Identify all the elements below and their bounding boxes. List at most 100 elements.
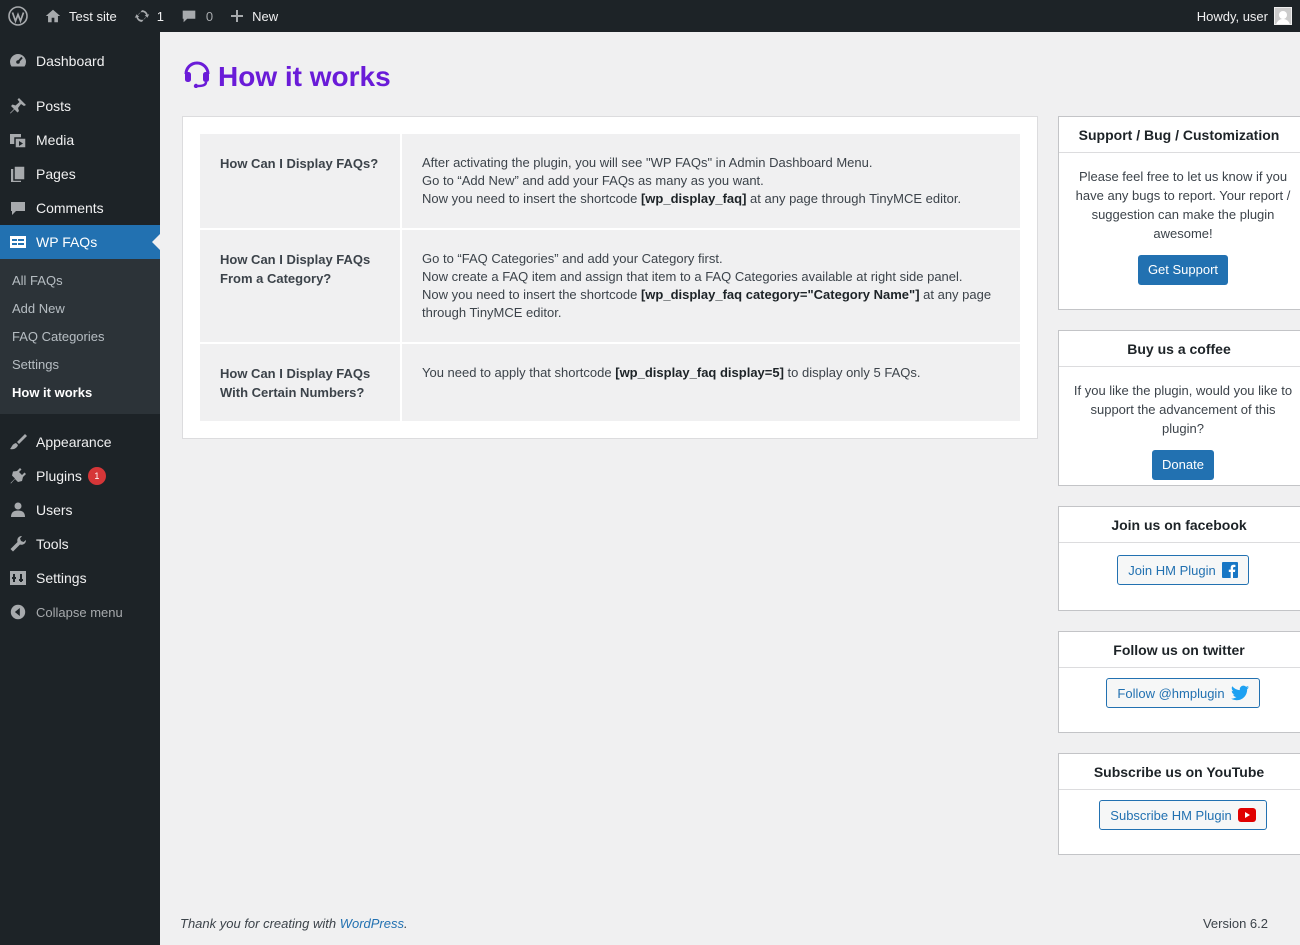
home-icon	[45, 9, 61, 23]
widget-title: Follow us on twitter	[1059, 632, 1300, 668]
menu-media[interactable]: Media	[0, 123, 160, 157]
menu-settings[interactable]: Settings	[0, 561, 160, 595]
menu-plugins[interactable]: Plugins 1	[0, 459, 160, 493]
greeting: Howdy, user	[1196, 8, 1268, 24]
faq-panel: How Can I Display FAQs? After activating…	[182, 116, 1038, 439]
dashboard-icon	[0, 51, 36, 71]
new-content-link[interactable]: New	[221, 0, 286, 32]
collapse-arrow-icon	[0, 603, 36, 621]
menu-label: Comments	[36, 200, 104, 216]
my-account-link[interactable]: Howdy, user	[1189, 0, 1300, 32]
shortcode: [wp_display_faq]	[640, 191, 747, 206]
main-content: How it works How Can I Display FAQs? Aft…	[160, 32, 1300, 945]
menu-tools[interactable]: Tools	[0, 527, 160, 561]
submenu-how-it-works[interactable]: How it works	[0, 378, 160, 406]
menu-users[interactable]: Users	[0, 493, 160, 527]
menu-label: Appearance	[36, 434, 112, 450]
admin-bar: Test site 1 0 New Howdy, user	[0, 0, 1300, 32]
coffee-widget: Buy us a coffee If you like the plugin, …	[1058, 330, 1300, 486]
menu-label: Plugins	[36, 468, 82, 484]
menu-posts[interactable]: Posts	[0, 89, 160, 123]
submenu-faq-categories[interactable]: FAQ Categories	[0, 322, 160, 350]
page-title-text: How it works	[218, 60, 391, 92]
media-icon	[0, 130, 36, 150]
menu-label: Tools	[36, 536, 69, 552]
menu-appearance[interactable]: Appearance	[0, 425, 160, 459]
menu-wp-faqs[interactable]: WP FAQs	[0, 225, 160, 259]
submenu-settings[interactable]: Settings	[0, 350, 160, 378]
plugins-update-badge: 1	[87, 467, 106, 485]
wrench-icon	[0, 534, 36, 554]
twitter-icon	[1230, 685, 1249, 701]
faq-question: How Can I Display FAQs With Certain Numb…	[200, 344, 400, 421]
widget-text: Please feel free to let us know if you h…	[1075, 169, 1291, 241]
button-label: Subscribe HM Plugin	[1110, 807, 1232, 823]
faq-row: How Can I Display FAQs? After activating…	[200, 134, 1020, 228]
faq-icon	[0, 232, 36, 252]
users-icon	[0, 500, 36, 520]
widget-title: Support / Bug / Customization	[1059, 117, 1300, 153]
subscribe-youtube-button[interactable]: Subscribe HM Plugin	[1099, 800, 1267, 830]
faq-question: How Can I Display FAQs From a Category?	[200, 230, 400, 342]
brush-icon	[0, 432, 36, 452]
wordpress-link[interactable]: WordPress	[340, 916, 404, 931]
button-label: Join HM Plugin	[1128, 562, 1216, 578]
admin-sidebar: Dashboard Posts Media Pages Comments WP …	[0, 32, 160, 945]
answer-line: You need to apply that shortcode [wp_dis…	[422, 365, 921, 380]
site-name: Test site	[69, 8, 117, 24]
button-label: Follow @hmplugin	[1117, 685, 1225, 701]
menu-label: WP FAQs	[36, 234, 98, 250]
donate-button[interactable]: Donate	[1152, 450, 1214, 480]
faq-answer: After activating the plugin, you will se…	[402, 134, 1020, 228]
answer-line: Now you need to insert the shortcode [wp…	[422, 287, 992, 320]
headset-icon	[182, 58, 212, 95]
menu-label: Dashboard	[36, 53, 105, 69]
new-label: New	[252, 8, 279, 24]
plus-icon	[231, 10, 244, 22]
plugin-icon	[0, 466, 36, 486]
pin-icon	[0, 96, 36, 116]
menu-label: Posts	[36, 98, 72, 114]
facebook-widget: Join us on facebook Join HM Plugin	[1058, 506, 1300, 611]
pages-icon	[0, 164, 36, 184]
menu-comments[interactable]: Comments	[0, 191, 160, 225]
comments-count: 0	[205, 8, 214, 24]
wordpress-logo-icon[interactable]	[0, 0, 36, 32]
shortcode: [wp_display_faq category="Category Name"…	[640, 287, 920, 302]
answer-line: After activating the plugin, you will se…	[422, 155, 873, 170]
faq-question: How Can I Display FAQs?	[200, 134, 400, 228]
get-support-button[interactable]: Get Support	[1137, 255, 1229, 285]
facebook-icon	[1221, 562, 1238, 578]
menu-pages[interactable]: Pages	[0, 157, 160, 191]
comments-link[interactable]: 0	[172, 0, 221, 32]
footer-thanks: Thank you for creating with WordPress.	[180, 916, 408, 931]
faq-answer: Go to “FAQ Categories” and add your Cate…	[402, 230, 1020, 342]
submenu-all-faqs[interactable]: All FAQs	[0, 266, 160, 294]
collapse-menu-button[interactable]: Collapse menu	[0, 595, 160, 629]
youtube-icon	[1237, 808, 1256, 822]
join-facebook-button[interactable]: Join HM Plugin	[1117, 555, 1249, 585]
widget-body: Join HM Plugin	[1059, 543, 1300, 601]
twitter-widget: Follow us on twitter Follow @hmplugin	[1058, 631, 1300, 733]
widget-body: Follow @hmplugin	[1059, 668, 1300, 724]
site-name-link[interactable]: Test site	[36, 0, 125, 32]
comment-icon	[182, 10, 196, 23]
answer-line: Go to “Add New” and add your FAQs as man…	[422, 173, 764, 188]
faq-submenu: All FAQs Add New FAQ Categories Settings…	[0, 259, 160, 414]
avatar	[1274, 7, 1292, 25]
settings-icon	[0, 568, 36, 588]
menu-dashboard[interactable]: Dashboard	[0, 44, 160, 78]
widget-title: Subscribe us on YouTube	[1059, 754, 1300, 790]
updates-link[interactable]: 1	[125, 0, 172, 32]
widget-title: Buy us a coffee	[1059, 331, 1300, 367]
menu-label: Pages	[36, 166, 76, 182]
menu-label: Users	[36, 502, 73, 518]
version-text: Version 6.2	[1202, 916, 1268, 931]
submenu-add-new[interactable]: Add New	[0, 294, 160, 322]
answer-line: Go to “FAQ Categories” and add your Cate…	[422, 251, 723, 266]
answer-line: Now you need to insert the shortcode [wp…	[422, 191, 962, 206]
menu-label: Media	[36, 132, 75, 148]
answer-line: Now create a FAQ item and assign that it…	[422, 269, 963, 284]
follow-twitter-button[interactable]: Follow @hmplugin	[1106, 678, 1260, 708]
faq-row: How Can I Display FAQs From a Category? …	[200, 230, 1020, 342]
